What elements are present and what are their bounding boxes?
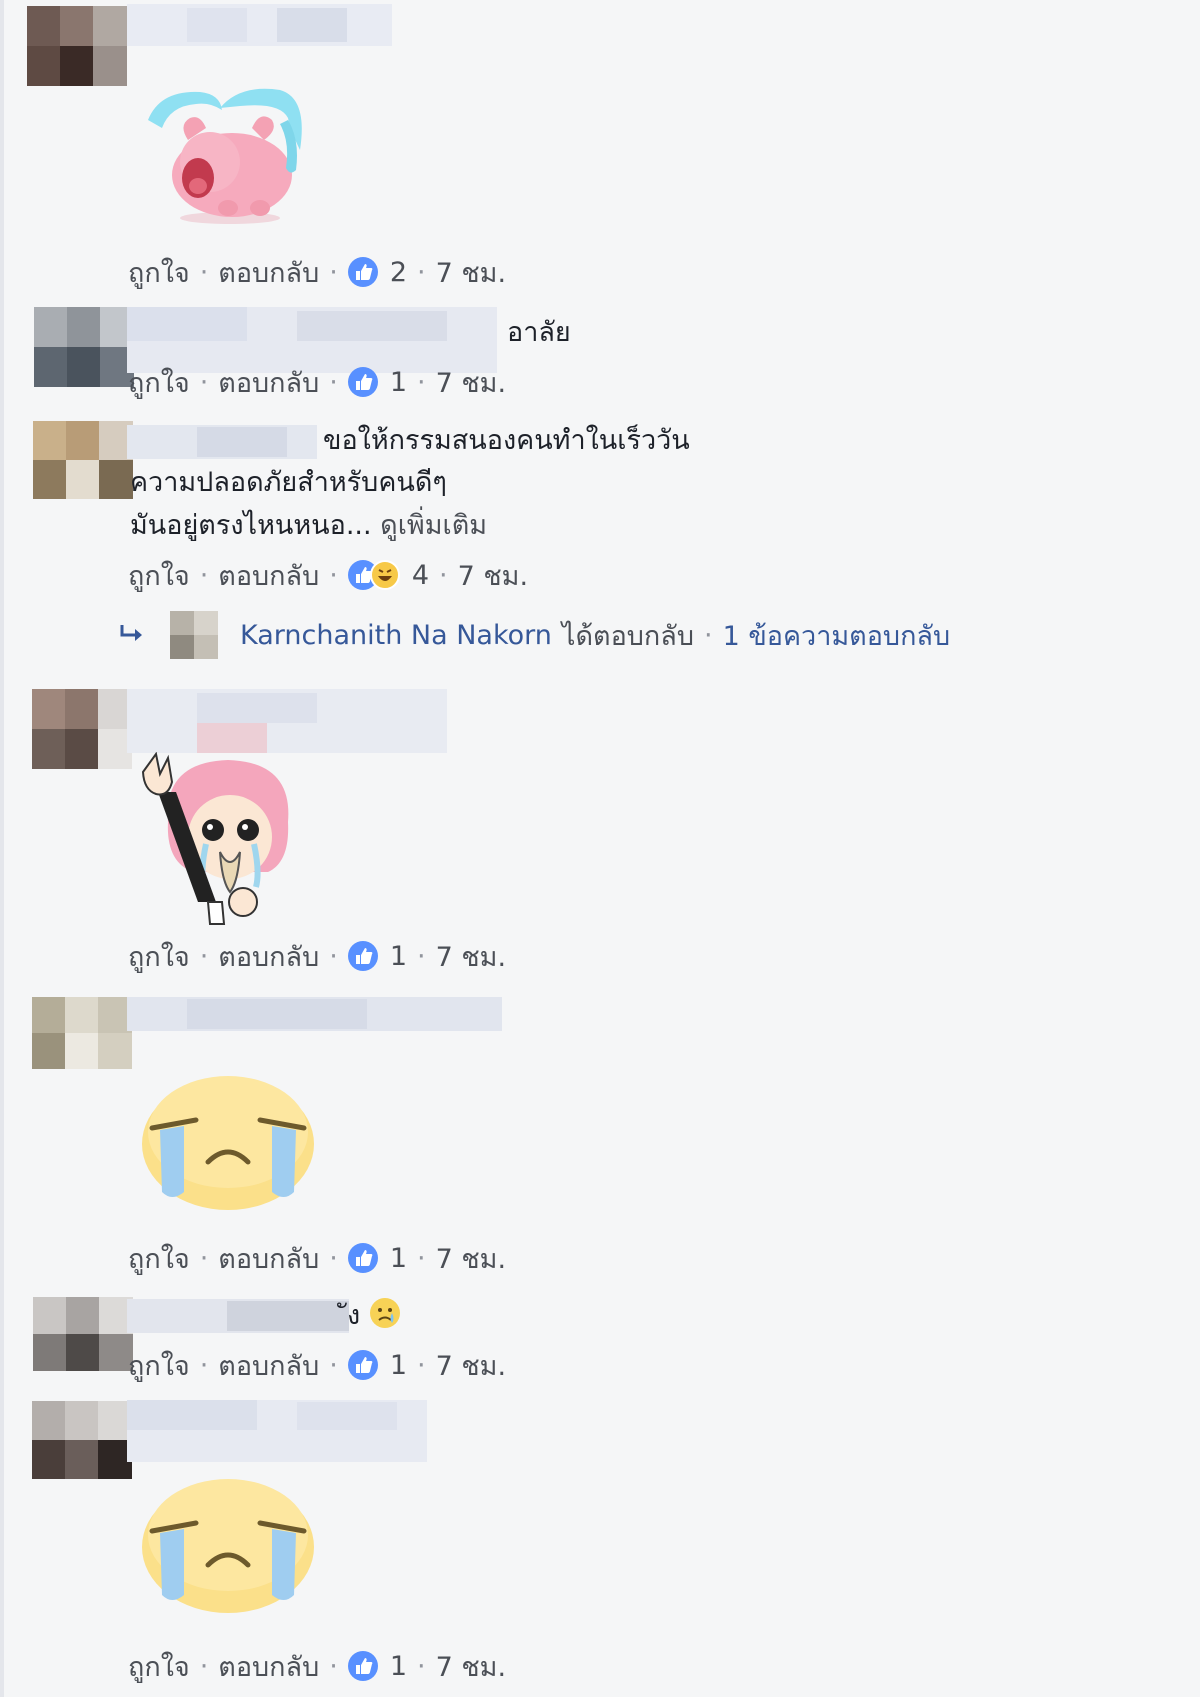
comment-actions: ถูกใจ · ตอบกลับ · 1 · 7 ชม. xyxy=(128,362,506,402)
timestamp[interactable]: 7 ชม. xyxy=(436,1237,506,1280)
timestamp[interactable]: 7 ชม. xyxy=(436,361,506,404)
thumbs-up-icon[interactable] xyxy=(347,1651,378,1681)
reply-arrow-icon xyxy=(120,625,142,641)
reaction-count[interactable]: 1 xyxy=(390,1651,407,1682)
avatar[interactable] xyxy=(170,611,218,659)
commenter-name-blurred[interactable] xyxy=(127,689,447,753)
reaction-count[interactable]: 2 xyxy=(390,257,407,288)
comment-text: ัง xyxy=(347,1296,401,1336)
comment-actions: ถูกใจ · ตอบกลับ · 2 · 7 ชม. xyxy=(128,252,506,292)
commenter-name-blurred[interactable] xyxy=(127,425,317,459)
avatar[interactable] xyxy=(32,997,132,1069)
like-link[interactable]: ถูกใจ xyxy=(128,1344,190,1387)
comment-actions: ถูกใจ · ตอบกลับ · 4 · 7 ชม. xyxy=(128,555,528,595)
like-link[interactable]: ถูกใจ xyxy=(128,1645,190,1688)
reply-link[interactable]: ตอบกลับ xyxy=(218,251,319,294)
comment-text: มันอยู่ตรงไหนหนอ... ดูเพิ่มเติม xyxy=(130,510,488,541)
avatar[interactable] xyxy=(32,689,132,769)
comment-actions: ถูกใจ · ตอบกลับ · 1 · 7 ชม. xyxy=(128,1646,506,1686)
comment-actions: ถูกใจ · ตอบกลับ · 1 · 7 ชม. xyxy=(128,1345,506,1385)
crying-face-sticker xyxy=(142,1076,314,1210)
avatar[interactable] xyxy=(27,6,127,86)
thumbs-up-icon[interactable] xyxy=(347,941,378,971)
reply-link[interactable]: ตอบกลับ xyxy=(218,935,319,978)
reply-link[interactable]: ตอบกลับ xyxy=(218,1344,319,1387)
reply-link[interactable]: ตอบกลับ xyxy=(218,1237,319,1280)
commenter-name-blurred[interactable] xyxy=(127,997,502,1031)
commenter-name-blurred[interactable] xyxy=(127,1299,349,1333)
reaction-count[interactable]: 4 xyxy=(412,560,429,591)
timestamp[interactable]: 7 ชม. xyxy=(436,1645,506,1688)
commenter-name-blurred[interactable] xyxy=(127,1400,427,1462)
timestamp[interactable]: 7 ชม. xyxy=(436,251,506,294)
thumbs-up-icon[interactable] xyxy=(347,367,378,397)
replier-name[interactable]: Karnchanith Na Nakorn xyxy=(240,620,552,651)
comment-text: ขอให้กรรมสนองคนทำในเร็ววัน xyxy=(323,425,690,456)
sad-emoji xyxy=(369,1298,400,1328)
reaction-count[interactable]: 1 xyxy=(390,941,407,972)
comment-text: อาลัย xyxy=(507,317,571,348)
reply-link[interactable]: ตอบกลับ xyxy=(218,1645,319,1688)
haha-reaction-icon[interactable] xyxy=(369,560,400,590)
timestamp[interactable]: 7 ชม. xyxy=(436,935,506,978)
commenter-name-blurred[interactable] xyxy=(127,4,392,46)
avatar[interactable] xyxy=(33,1297,133,1371)
thumbs-up-icon[interactable] xyxy=(347,1243,378,1273)
crying-pink-hair-girl-sticker xyxy=(141,752,289,925)
like-link[interactable]: ถูกใจ xyxy=(128,251,190,294)
like-link[interactable]: ถูกใจ xyxy=(128,935,190,978)
reaction-count[interactable]: 1 xyxy=(390,1243,407,1274)
reaction-count[interactable]: 1 xyxy=(390,1350,407,1381)
view-replies-link[interactable]: Karnchanith Na Nakorn ได้ตอบกลับ · 1 ข้อ… xyxy=(118,610,950,660)
avatar[interactable] xyxy=(32,1401,132,1479)
comment-actions: ถูกใจ · ตอบกลับ · 1 · 7 ชม. xyxy=(128,936,506,976)
timestamp[interactable]: 7 ชม. xyxy=(458,554,528,597)
see-more-link[interactable]: ดูเพิ่มเติม xyxy=(380,510,487,541)
thumbs-up-icon[interactable] xyxy=(347,257,378,287)
timestamp[interactable]: 7 ชม. xyxy=(436,1344,506,1387)
crying-pig-sticker xyxy=(148,88,302,224)
reply-link[interactable]: ตอบกลับ xyxy=(218,554,319,597)
reaction-count[interactable]: 1 xyxy=(390,367,407,398)
like-link[interactable]: ถูกใจ xyxy=(128,554,190,597)
reply-count[interactable]: 1 ข้อความตอบกลับ xyxy=(723,614,951,657)
crying-face-sticker xyxy=(142,1479,314,1613)
avatar[interactable] xyxy=(33,421,133,499)
left-border xyxy=(0,0,4,1697)
thumbs-up-icon[interactable] xyxy=(347,1350,378,1380)
comment-actions: ถูกใจ · ตอบกลับ · 1 · 7 ชม. xyxy=(128,1238,506,1278)
reply-link[interactable]: ตอบกลับ xyxy=(218,361,319,404)
like-link[interactable]: ถูกใจ xyxy=(128,361,190,404)
avatar[interactable] xyxy=(34,307,134,387)
comment-text: ความปลอดภัยสำหรับคนดีๆ xyxy=(130,467,447,498)
like-link[interactable]: ถูกใจ xyxy=(128,1237,190,1280)
